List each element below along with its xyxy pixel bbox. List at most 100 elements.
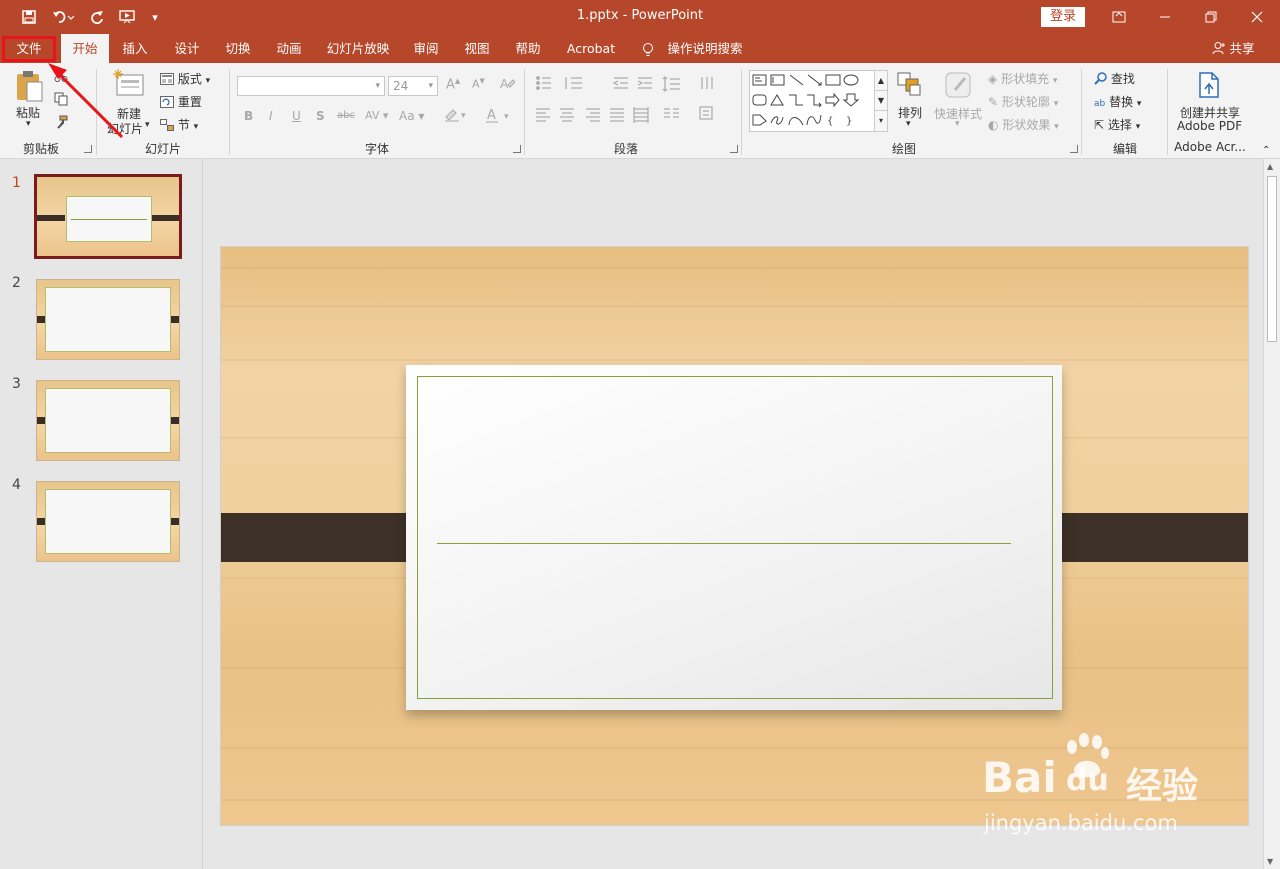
new-slide-label-2[interactable]: 幻灯片 (107, 120, 143, 137)
char-spacing-icon[interactable]: AV ▾ (365, 109, 388, 122)
find-button[interactable]: 查找 (1094, 70, 1135, 87)
scrollbar-thumb[interactable] (1267, 176, 1277, 342)
scroll-up-icon[interactable]: ▲ (1267, 162, 1273, 171)
create-pdf-icon[interactable] (1196, 71, 1222, 102)
strikethrough-icon[interactable]: abc (337, 110, 355, 121)
quick-styles-dropdown-icon[interactable]: ▾ (955, 119, 960, 129)
paragraph-group-label: 段落 (613, 142, 638, 156)
section-icon (160, 119, 174, 131)
distributed-icon (633, 107, 649, 123)
select-button[interactable]: ⇱ 选择 ▾ (1094, 116, 1140, 133)
tab-slideshow[interactable]: 幻灯片放映 (319, 34, 397, 63)
paste-dropdown-icon[interactable]: ▾ (26, 119, 31, 129)
reset-button[interactable]: 重置 (160, 93, 202, 110)
change-case-icon[interactable]: Aa ▾ (399, 109, 424, 123)
replace-dropdown-icon: ▾ (1136, 99, 1142, 109)
arrange-icon[interactable] (896, 71, 924, 102)
decrease-indent-icon (612, 77, 628, 89)
new-slide-dropdown-icon[interactable]: ▾ (145, 120, 150, 130)
bold-icon[interactable]: B (244, 109, 253, 123)
tab-review[interactable]: 审阅 (405, 34, 447, 63)
shapes-gallery-scroll[interactable]: ▲ ▼ ▾ (874, 70, 888, 132)
underline-icon[interactable]: U (292, 109, 301, 123)
shapes-icons: { } (752, 74, 860, 127)
format-painter-icon[interactable] (54, 115, 68, 132)
font-size-combo[interactable]: 24 ▾ (388, 76, 438, 96)
new-slide-icon[interactable] (113, 69, 145, 100)
reset-label: 重置 (177, 95, 202, 109)
italic-icon[interactable]: I (269, 109, 273, 123)
font-name-combo[interactable]: ▾ (237, 76, 385, 96)
shape-fill-label: 形状填充 (1001, 72, 1050, 86)
font-size-value: 24 (393, 79, 409, 93)
cut-icon[interactable] (54, 68, 68, 85)
clear-format-icon[interactable]: A (499, 76, 516, 95)
restore-icon[interactable] (1188, 0, 1234, 34)
shapes-gallery[interactable]: { } (749, 70, 887, 132)
slide-thumbnails-panel: 1 2 3 4 (0, 159, 203, 869)
minimize-icon[interactable] (1142, 0, 1188, 34)
font-launcher-icon[interactable] (513, 145, 521, 153)
shape-effects-label: 形状效果 (1002, 118, 1051, 132)
gallery-down-icon[interactable]: ▼ (874, 90, 888, 112)
login-button[interactable]: 登录 (1041, 7, 1085, 27)
drawing-launcher-icon[interactable] (1070, 145, 1078, 153)
slide-thumbnail-2[interactable] (37, 280, 179, 359)
text-shadow-icon[interactable]: S (316, 109, 325, 123)
layout-icon (160, 73, 174, 85)
line-spacing-icon (662, 76, 680, 92)
gallery-more-icon[interactable]: ▾ (874, 110, 888, 132)
scroll-down-icon[interactable]: ▼ (1267, 857, 1273, 866)
slide-thumbnail-3[interactable] (37, 381, 179, 460)
tab-view[interactable]: 视图 (456, 34, 498, 63)
copy-icon[interactable] (54, 92, 68, 109)
paste-button[interactable] (14, 69, 44, 106)
vertical-scrollbar[interactable]: ▲ ▼ (1263, 159, 1280, 869)
tab-help[interactable]: 帮助 (507, 34, 549, 63)
cursor-icon: ⇱ (1094, 118, 1105, 132)
ribbon-display-options-icon[interactable] (1096, 0, 1142, 34)
paragraph-controls[interactable] (534, 75, 734, 135)
file-tab-highlight (2, 36, 56, 62)
layout-dropdown-icon: ▾ (205, 76, 211, 86)
font-color-icon[interactable]: A ▾ (486, 108, 514, 127)
quick-styles-icon[interactable] (943, 70, 973, 103)
tab-design[interactable]: 设计 (166, 34, 208, 63)
slide-thumbnail-4[interactable] (37, 482, 179, 561)
create-pdf-label-2[interactable]: Adobe PDF (1177, 119, 1242, 133)
close-icon[interactable] (1234, 0, 1280, 34)
lightbulb-icon[interactable] (640, 34, 656, 63)
shape-effects-button[interactable]: ◐ 形状效果 ▾ (988, 116, 1059, 133)
layout-button[interactable]: 版式 ▾ (160, 70, 210, 87)
thumbnail-strap (37, 215, 65, 221)
slide-thumbnail-1[interactable] (37, 177, 179, 256)
gallery-up-icon[interactable]: ▲ (874, 70, 888, 92)
tell-me-search[interactable]: 操作说明搜索 (664, 34, 746, 63)
replace-button[interactable]: ab 替换 ▾ (1094, 93, 1141, 110)
thumbnail-clip (171, 518, 179, 525)
shape-fill-button[interactable]: ◈ 形状填充 ▾ (988, 70, 1057, 87)
text-direction-icon (701, 77, 713, 89)
section-dropdown-icon: ▾ (193, 122, 199, 132)
shape-outline-button[interactable]: ✎ 形状轮廓 ▾ (988, 93, 1058, 110)
tab-home[interactable]: 开始 (61, 34, 109, 63)
tab-animations[interactable]: 动画 (268, 34, 310, 63)
ribbon: 粘贴 ▾ 剪贴板 新建 幻灯片 ▾ 版式 ▾ 重置 节 ▾ 幻灯片 ▾ 24 ▾… (0, 63, 1280, 159)
section-button[interactable]: 节 ▾ (160, 116, 198, 133)
title-card[interactable] (406, 365, 1062, 710)
arrange-dropdown-icon[interactable]: ▾ (906, 119, 911, 129)
tab-insert[interactable]: 插入 (114, 34, 156, 63)
tab-acrobat[interactable]: Acrobat (560, 34, 622, 63)
clipboard-launcher-icon[interactable] (84, 145, 92, 153)
left-strap (221, 513, 428, 562)
paragraph-launcher-icon[interactable] (730, 145, 738, 153)
find-label: 查找 (1110, 72, 1135, 86)
thumbnail-number: 2 (12, 275, 21, 291)
align-text-icon (699, 106, 713, 120)
tab-transitions[interactable]: 切换 (217, 34, 259, 63)
decrease-font-icon[interactable]: A▼ (472, 77, 485, 91)
share-button[interactable]: 共享 (1208, 34, 1258, 63)
highlight-color-icon[interactable]: ▾ (443, 107, 471, 126)
increase-font-icon[interactable]: A▲ (446, 77, 460, 92)
collapse-ribbon-icon[interactable]: ⌃ (1262, 145, 1270, 156)
